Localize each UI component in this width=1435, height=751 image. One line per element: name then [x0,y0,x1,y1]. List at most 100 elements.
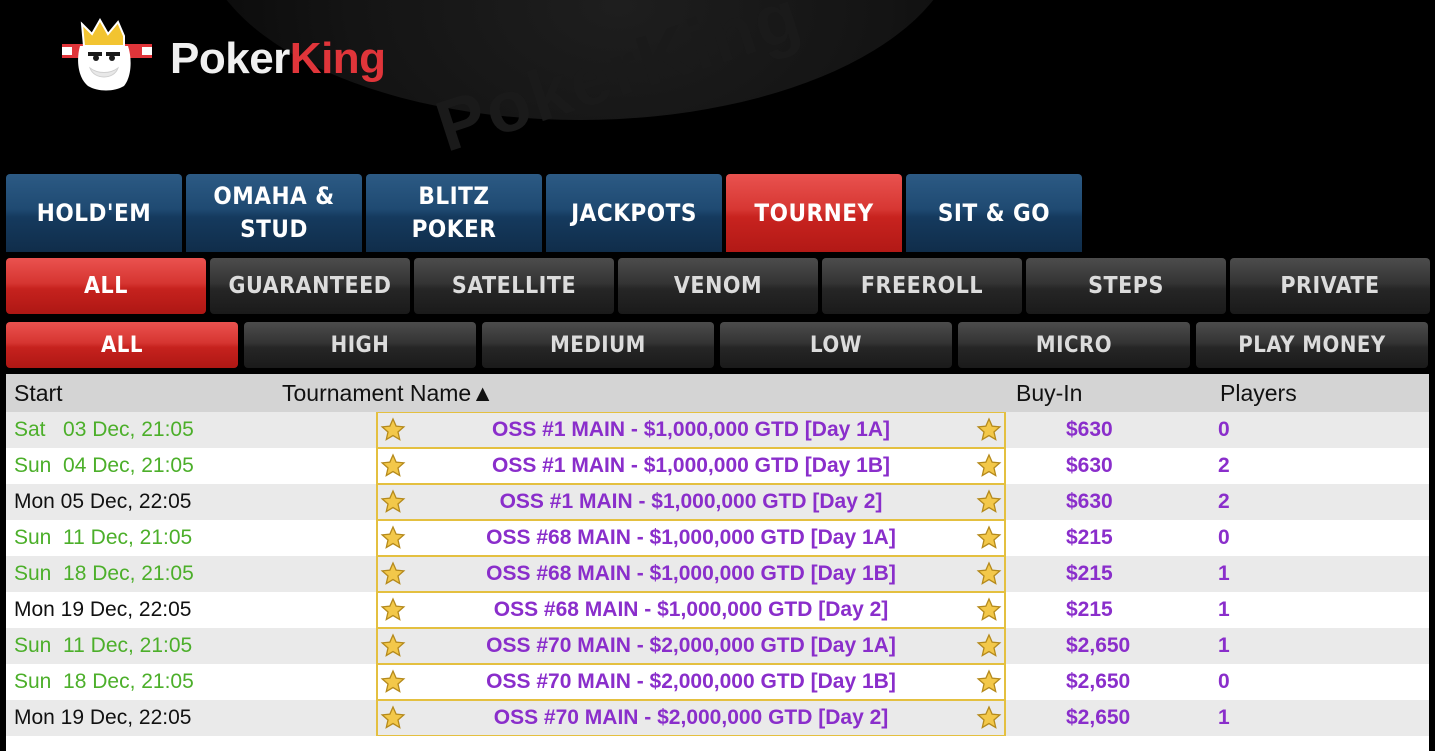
player-count: 0 [1218,418,1230,441]
tournament-name-cell[interactable]: OSS #68 MAIN - $1,000,000 GTD [Day 1B] [376,556,1006,592]
tab-jackpots[interactable]: JACKPOTS [546,174,722,252]
tournament-name-cell[interactable]: OSS #70 MAIN - $2,000,000 GTD [Day 1A] [376,628,1006,664]
king-mascot-icon [62,16,152,92]
table-row[interactable]: Sun 18 Dec, 21:05 OSS #70 MAIN - $2,000,0… [6,664,1429,700]
table-row[interactable]: Mon 05 Dec, 22:05 OSS #1 MAIN - $1,000,00… [6,484,1429,520]
player-count: 1 [1218,598,1230,621]
level-tab-all[interactable]: ALL [6,322,238,368]
table-row[interactable]: Sat 03 Dec, 21:05 OSS #1 MAIN - $1,000,00… [6,412,1429,448]
star-icon[interactable] [380,669,406,695]
buy-in: $630 [1066,490,1113,513]
column-header-players[interactable]: Players [1220,380,1297,407]
player-count: 0 [1218,670,1230,693]
tournament-name: OSS #70 MAIN - $2,000,000 GTD [Day 2] [493,706,889,729]
star-icon[interactable] [976,669,1002,695]
tournament-name-cell[interactable]: OSS #70 MAIN - $2,000,000 GTD [Day 1B] [376,664,1006,700]
player-count: 1 [1218,634,1230,657]
star-icon[interactable] [380,597,406,623]
buy-in: $215 [1066,598,1113,621]
table-header: Start Tournament Name▲ Buy-In Players [6,374,1429,412]
star-icon[interactable] [976,453,1002,479]
star-icon[interactable] [380,453,406,479]
header: PokerKing PokerKing [0,0,1435,172]
start-time: Sat 03 Dec, 21:05 [14,418,194,441]
type-tab-freeroll[interactable]: FREEROLL [822,258,1022,314]
tab-holdem[interactable]: HOLD'EM [6,174,182,252]
start-time: Sun 18 Dec, 21:05 [14,670,194,693]
table-row[interactable]: Mon 19 Dec, 22:05 OSS #68 MAIN - $1,000,0… [6,592,1429,628]
tournament-name-cell[interactable]: OSS #68 MAIN - $1,000,000 GTD [Day 1A] [376,520,1006,556]
star-icon[interactable] [380,705,406,731]
star-icon[interactable] [976,417,1002,443]
tournament-name-cell[interactable]: OSS #68 MAIN - $1,000,000 GTD [Day 2] [376,592,1006,628]
tournament-type-tabs: ALL GUARANTEED SATELLITE VENOM FREEROLL … [6,258,1430,314]
star-icon[interactable] [976,489,1002,515]
type-tab-guaranteed[interactable]: GUARANTEED [210,258,410,314]
brand-wordmark: PokerKing [170,34,386,83]
column-header-start[interactable]: Start [14,380,63,407]
brand-logo[interactable]: PokerKing [62,14,386,94]
tournament-name: OSS #1 MAIN - $1,000,000 GTD [Day 2] [499,490,883,513]
buy-in: $630 [1066,454,1113,477]
tournament-name-cell[interactable]: OSS #1 MAIN - $1,000,000 GTD [Day 1B] [376,448,1006,484]
star-icon[interactable] [976,561,1002,587]
star-icon[interactable] [976,705,1002,731]
table-row[interactable]: Sun 18 Dec, 21:05 OSS #68 MAIN - $1,000,0… [6,556,1429,592]
column-header-buyin[interactable]: Buy-In [1016,380,1082,407]
buy-in: $215 [1066,562,1113,585]
buy-in: $630 [1066,418,1113,441]
start-time: Sun 18 Dec, 21:05 [14,562,194,585]
player-count: 1 [1218,562,1230,585]
star-icon[interactable] [976,525,1002,551]
type-tab-venom[interactable]: VENOM [618,258,818,314]
table-row[interactable]: Sun 11 Dec, 21:05 OSS #70 MAIN - $2,000,0… [6,628,1429,664]
tab-sit-and-go[interactable]: SIT & GO [906,174,1082,252]
type-tab-satellite[interactable]: SATELLITE [414,258,614,314]
start-time: Sun 11 Dec, 21:05 [14,526,193,549]
tournament-name: OSS #68 MAIN - $1,000,000 GTD [Day 1B] [486,562,896,585]
star-icon[interactable] [976,597,1002,623]
level-tab-micro[interactable]: MICRO [958,322,1190,368]
tournament-name: OSS #70 MAIN - $2,000,000 GTD [Day 1A] [486,634,896,657]
tournament-name: OSS #68 MAIN - $1,000,000 GTD [Day 2] [493,598,889,621]
tournament-name: OSS #1 MAIN - $1,000,000 GTD [Day 1A] [492,418,890,441]
table-body: Sat 03 Dec, 21:05 OSS #1 MAIN - $1,000,00… [6,412,1429,736]
tournament-name-cell[interactable]: OSS #1 MAIN - $1,000,000 GTD [Day 2] [376,484,1006,520]
type-tab-private[interactable]: PRIVATE [1230,258,1430,314]
player-count: 1 [1218,706,1230,729]
level-tab-medium[interactable]: MEDIUM [482,322,714,368]
buy-in: $2,650 [1066,670,1131,693]
star-icon[interactable] [380,525,406,551]
start-time: Sun 11 Dec, 21:05 [14,634,193,657]
star-icon[interactable] [380,417,406,443]
table-row[interactable]: Mon 19 Dec, 22:05 OSS #70 MAIN - $2,000,0… [6,700,1429,736]
buy-in: $2,650 [1066,634,1131,657]
tab-blitz-poker[interactable]: BLITZ POKER [366,174,542,252]
column-header-tournament-name[interactable]: Tournament Name▲ [282,380,494,407]
level-tab-low[interactable]: LOW [720,322,952,368]
start-time: Mon 19 Dec, 22:05 [14,598,192,621]
tab-omaha-stud[interactable]: OMAHA & STUD [186,174,362,252]
start-time: Sun 04 Dec, 21:05 [14,454,194,477]
player-count: 0 [1218,526,1230,549]
tournament-name-cell[interactable]: OSS #70 MAIN - $2,000,000 GTD [Day 2] [376,700,1006,736]
star-icon[interactable] [380,561,406,587]
table-row[interactable]: Sun 04 Dec, 21:05 OSS #1 MAIN - $1,000,00… [6,448,1429,484]
level-tab-play-money[interactable]: PLAY MONEY [1196,322,1428,368]
buy-in: $2,650 [1066,706,1131,729]
tournament-table: Start Tournament Name▲ Buy-In Players Sa… [6,374,1429,751]
table-row[interactable]: Sun 11 Dec, 21:05 OSS #68 MAIN - $1,000,0… [6,520,1429,556]
stake-level-tabs: ALL HIGH MEDIUM LOW MICRO PLAY MONEY [6,322,1428,368]
star-icon[interactable] [380,489,406,515]
player-count: 2 [1218,490,1230,513]
star-icon[interactable] [976,633,1002,659]
start-time: Mon 05 Dec, 22:05 [14,490,192,513]
type-tab-all[interactable]: ALL [6,258,206,314]
game-category-tabs: HOLD'EM OMAHA & STUD BLITZ POKER JACKPOT… [6,174,1082,252]
tab-tourney[interactable]: TOURNEY [726,174,902,252]
tournament-name: OSS #68 MAIN - $1,000,000 GTD [Day 1A] [486,526,896,549]
level-tab-high[interactable]: HIGH [244,322,476,368]
type-tab-steps[interactable]: STEPS [1026,258,1226,314]
tournament-name-cell[interactable]: OSS #1 MAIN - $1,000,000 GTD [Day 1A] [376,412,1006,448]
star-icon[interactable] [380,633,406,659]
